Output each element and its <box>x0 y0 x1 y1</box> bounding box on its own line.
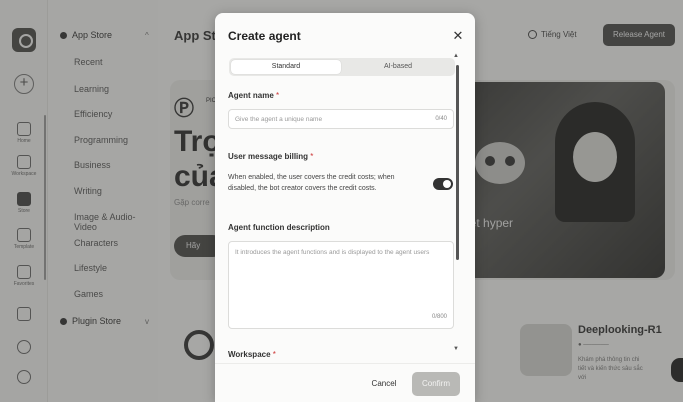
mode-tabs: Standard AI-based <box>229 58 455 76</box>
workspace-label: Workspace * <box>228 350 276 359</box>
tab-standard[interactable]: Standard <box>231 60 341 74</box>
function-description-label: Agent function description <box>228 223 330 232</box>
agent-name-label: Agent name * <box>228 91 280 100</box>
cancel-button[interactable]: Cancel <box>365 373 403 395</box>
billing-description: When enabled, the user covers the credit… <box>228 174 395 192</box>
agent-name-input[interactable]: Give the agent a unique name 0/40 <box>228 109 454 129</box>
function-description-textarea[interactable]: It introduces the agent functions and is… <box>228 241 454 329</box>
create-agent-dialog: Create agent ✕ Standard AI-based Agent n… <box>215 13 475 402</box>
dialog-title: Create agent <box>228 29 301 43</box>
close-icon[interactable]: ✕ <box>451 28 465 44</box>
confirm-button[interactable]: Confirm <box>412 372 460 396</box>
scroll-down-arrow-icon[interactable]: ▼ <box>453 346 459 352</box>
tab-ai-based[interactable]: AI-based <box>343 60 453 74</box>
billing-toggle[interactable] <box>433 178 453 190</box>
dialog-footer: Cancel Confirm <box>215 363 475 402</box>
description-counter: 0/800 <box>431 314 447 320</box>
dialog-scrollbar[interactable] <box>456 65 459 260</box>
scroll-up-arrow-icon[interactable]: ▲ <box>453 53 459 59</box>
billing-label: User message billing * <box>228 152 314 161</box>
agent-name-counter: 0/40 <box>435 116 447 122</box>
